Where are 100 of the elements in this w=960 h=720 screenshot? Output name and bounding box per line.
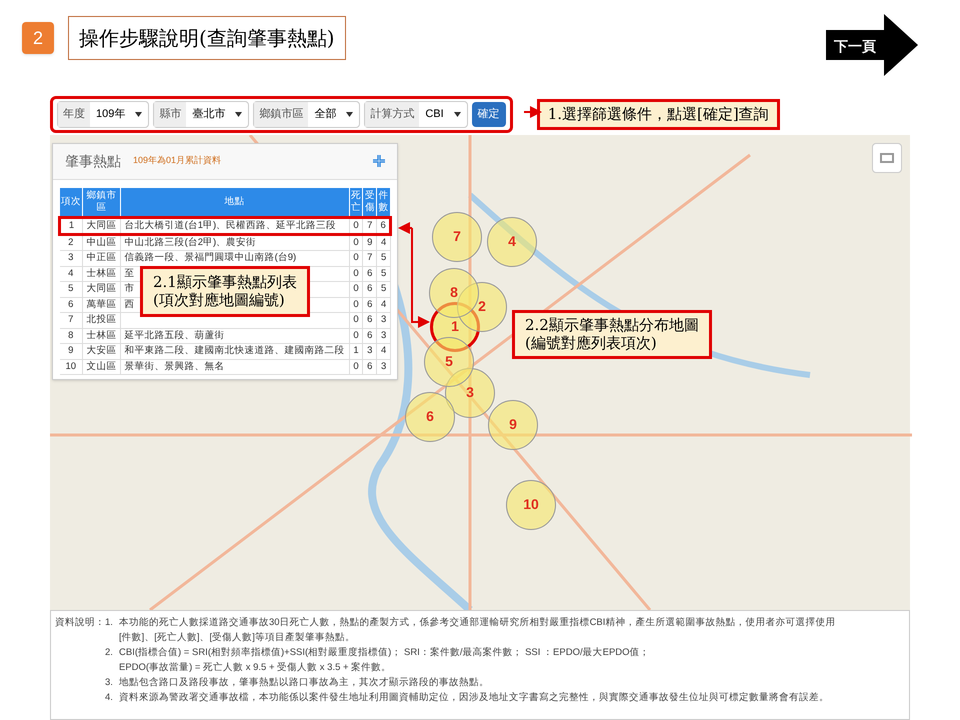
- table-cell: 9: [68, 345, 74, 356]
- column-header: 件數: [376, 187, 390, 217]
- table-cell: 6: [367, 360, 372, 372]
- table-cell: 至: [124, 268, 135, 279]
- note-text: 資料來源為警政署交通事故檔，本功能係以案件發生地址利用圖資輔助定位，因涉及地址文字書寫之完整性，與實際交通事故發生位址與可標定數量將會有誤差。: [119, 690, 829, 704]
- note-number: 1.: [105, 616, 114, 630]
- table-cell: 0: [353, 236, 359, 248]
- layers-icon[interactable]: [872, 142, 902, 172]
- hotspot-marker[interactable]: 1: [430, 302, 480, 352]
- table-cell: 士林區: [86, 330, 116, 341]
- table-cell: 5: [380, 283, 386, 294]
- table-cell: 西: [124, 298, 135, 310]
- table-cell: 延平北路五段、葫蘆街: [124, 330, 225, 341]
- table-cell: 0: [353, 360, 359, 372]
- table-cell: 1: [353, 345, 359, 356]
- note-number: 4.: [105, 690, 114, 704]
- table-row[interactable]: 2 中山區 中山北路三段(台2甲)、農安街 0 9 4: [60, 234, 390, 250]
- table-cell: 和平東路二段、建國南北快速道路、建國南路二段: [124, 345, 345, 356]
- table-cell: 4: [380, 345, 386, 356]
- table-cell: 8: [68, 330, 74, 341]
- table-cell: 6: [367, 268, 372, 279]
- table-cell: 3: [380, 314, 386, 326]
- table-cell: 3: [68, 252, 74, 264]
- table-cell: 3: [380, 360, 386, 372]
- hotspot-marker[interactable]: 10: [506, 480, 556, 530]
- column-header: 受傷: [362, 187, 377, 217]
- table-cell: 信義路一段、景福門圓環中山南路(台9): [124, 252, 296, 264]
- table-cell: 7: [367, 252, 372, 264]
- hotspot-marker[interactable]: 7: [432, 212, 482, 262]
- table-cell: 6: [367, 330, 372, 341]
- hotspot-marker[interactable]: 2: [457, 282, 507, 332]
- table-cell: 中山北路三段(台2甲)、農安街: [124, 236, 256, 248]
- table-cell: 4: [380, 236, 386, 248]
- leader-line: [524, 106, 542, 118]
- table-cell: 3: [380, 330, 386, 341]
- table-cell: 6: [367, 298, 372, 310]
- table-cell: 5: [68, 283, 74, 294]
- table-row[interactable]: 9 大安區 和平東路二段、建國南北快速道路、建國南路二段 1 3 4: [60, 344, 390, 359]
- callout: 1.選擇篩選條件，點選[確定]查詢: [536, 98, 780, 130]
- note-text: EPDO(事故當量) = 死亡人數 x 9.5 + 受傷人數 x 3.5 + 案件數。: [119, 660, 392, 674]
- callout: 2.2顯示肇事熱點分布地圖 (編號對應列表項次): [512, 310, 712, 359]
- table-cell: 5: [380, 252, 386, 264]
- table-cell: 6: [68, 298, 74, 310]
- column-header: 地點: [120, 187, 350, 217]
- note-number: 3.: [105, 676, 114, 690]
- table-cell: 大同區: [86, 283, 116, 294]
- slide-title: 操作步驟說明(查詢肇事熱點): [68, 16, 346, 60]
- table-cell: 6: [367, 283, 372, 294]
- table-cell: 2: [68, 236, 74, 248]
- confirm-button[interactable]: 確定: [472, 102, 506, 126]
- table-cell: 北投區: [86, 314, 116, 326]
- hotspot-marker[interactable]: 4: [487, 216, 537, 266]
- table-cell: 0: [353, 268, 359, 279]
- table-cell: 文山區: [86, 360, 116, 372]
- table-cell: 0: [353, 283, 359, 294]
- table-cell: 1: [68, 220, 74, 230]
- table-cell: 大安區: [86, 345, 116, 356]
- table-row[interactable]: 8 士林區 延平北路五段、葫蘆街 0 6 3: [60, 328, 390, 344]
- table-cell: 0: [353, 252, 359, 264]
- table-cell: 7: [68, 314, 74, 326]
- note-number: 2.: [105, 646, 114, 660]
- table-cell: 0: [353, 314, 359, 326]
- panel-title: 肇事熱點: [65, 152, 121, 170]
- table-row[interactable]: 10 文山區 景華街、景興路、無名 0 6 3: [60, 359, 390, 374]
- notes-heading: 資料說明：: [55, 616, 105, 630]
- table-cell: 萬華區: [86, 298, 116, 310]
- table-cell: 7: [367, 220, 372, 230]
- table-cell: 6: [380, 220, 386, 230]
- table-cell: 中正區: [86, 252, 116, 264]
- next-page-button[interactable]: 下一頁: [826, 14, 918, 76]
- table-cell: 0: [353, 220, 359, 230]
- table-cell: 4: [380, 298, 386, 310]
- arrow-icon: [826, 14, 918, 76]
- table-cell: 4: [68, 268, 74, 279]
- table-cell: 5: [380, 268, 386, 279]
- table-cell: 0: [353, 330, 359, 341]
- hotspot-marker[interactable]: 5: [424, 336, 474, 386]
- table-cell: 景華街、景興路、無名: [124, 360, 225, 372]
- hotspot-marker[interactable]: 9: [488, 400, 538, 450]
- table-cell: 士林區: [86, 268, 116, 279]
- note-text: 本功能的死亡人數採道路交通事故30日死亡人數，熱點的產製方式，係參考交通部運輸研究所相對嚴重指標CBI精神，產生所選範圍事故熱點，使用者亦可選擇使用: [119, 616, 836, 630]
- table-cell: 市: [124, 283, 135, 294]
- callout: 2.1顯示肇事熱點列表 (項次對應地圖編號): [140, 266, 310, 317]
- note-text: 地點包含路口及路段事故，肇事熱點以路口事故為主，其次才顯示路段的事故熱點。: [119, 676, 489, 690]
- table-cell: 9: [367, 236, 372, 248]
- table-cell: 中山區: [86, 236, 116, 248]
- collapse-icon[interactable]: [373, 155, 385, 167]
- table-cell: 台北大橋引道(台1甲)、民權西路、延平北路三段: [124, 220, 336, 230]
- table-cell: 3: [367, 345, 372, 356]
- step-badge: 2: [22, 22, 54, 54]
- table-cell: 10: [66, 360, 76, 372]
- table-cell: 0: [353, 298, 359, 310]
- panel-subtitle: 109年為01月累計資料: [133, 154, 222, 168]
- column-header: 鄉鎮市區: [82, 187, 120, 217]
- note-text: [件數]、[死亡人數]、[受傷人數]等項目產製肇事熱點。: [119, 630, 356, 644]
- hotspot-marker[interactable]: 6: [405, 392, 455, 442]
- column-header: 死亡: [349, 187, 363, 217]
- table-cell: 大同區: [86, 220, 116, 230]
- column-header: 項次: [60, 187, 83, 217]
- hotspot-marker[interactable]: 8: [429, 268, 479, 318]
